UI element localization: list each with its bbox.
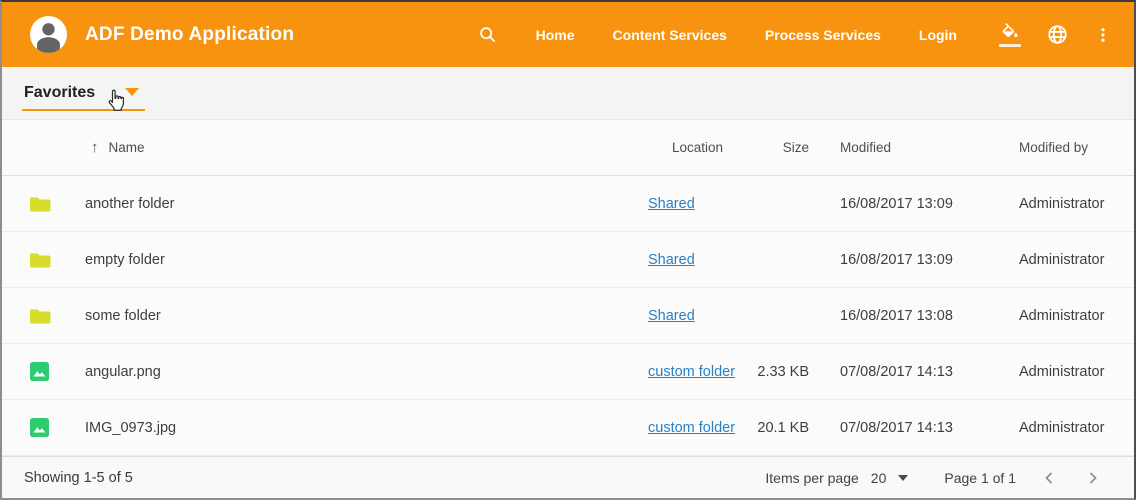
chevron-right-icon — [1083, 468, 1103, 488]
nav-item-home[interactable]: Home — [536, 27, 575, 43]
table-row[interactable]: angular.png custom folder 2.33 KB 07/08/… — [2, 344, 1134, 400]
pagination-bar: Showing 1-5 of 5 Items per page 20 Page … — [2, 456, 1134, 498]
tab-favorites[interactable]: Favorites — [22, 84, 145, 111]
app-header: ADF Demo Application Home Content Servic… — [2, 2, 1134, 67]
theme-color-button[interactable] — [999, 23, 1021, 47]
chevron-left-icon — [1039, 468, 1059, 488]
top-nav: Home Content Services Process Services L… — [477, 23, 1112, 47]
items-per-page-value: 20 — [871, 470, 887, 486]
name-cell[interactable]: angular.png — [85, 364, 648, 380]
tab-strip: Favorites — [2, 67, 1134, 120]
modified-cell: 07/08/2017 14:13 — [809, 420, 986, 436]
image-file-icon — [30, 362, 49, 381]
size-cell: 20.1 KB — [747, 420, 809, 436]
nav-item-process-services[interactable]: Process Services — [765, 27, 881, 43]
modified-cell: 16/08/2017 13:09 — [809, 196, 986, 212]
folder-icon — [30, 195, 51, 212]
location-link[interactable]: Shared — [648, 252, 695, 268]
app-window: ADF Demo Application Home Content Servic… — [0, 0, 1136, 500]
items-per-page-dropdown[interactable]: Items per page 20 — [765, 470, 908, 486]
modified-cell: 16/08/2017 13:09 — [809, 252, 986, 268]
name-cell[interactable]: another folder — [85, 196, 648, 212]
table-row[interactable]: another folder Shared 16/08/2017 13:09 A… — [2, 176, 1134, 232]
image-file-icon — [30, 418, 49, 437]
user-avatar-icon — [30, 16, 67, 53]
showing-label: Showing 1-5 of 5 — [24, 470, 133, 486]
column-header-modified[interactable]: Modified — [809, 140, 986, 155]
column-header-name[interactable]: ↑ Name — [85, 139, 648, 156]
modified-cell: 16/08/2017 13:08 — [809, 308, 986, 324]
name-cell[interactable]: empty folder — [85, 252, 648, 268]
page-indicator: Page 1 of 1 — [944, 470, 1016, 486]
sort-ascending-icon: ↑ — [91, 139, 99, 156]
user-avatar[interactable] — [30, 16, 67, 53]
app-title: ADF Demo Application — [85, 24, 294, 46]
more-vert-icon — [1094, 25, 1112, 45]
location-link[interactable]: custom folder — [648, 420, 735, 436]
column-header-modified-by[interactable]: Modified by — [986, 140, 1106, 155]
color-fill-icon — [1000, 23, 1020, 43]
modified-by-cell: Administrator — [986, 420, 1106, 436]
location-link[interactable]: Shared — [648, 196, 695, 212]
folder-icon — [30, 251, 51, 268]
column-header-size[interactable]: Size — [747, 140, 809, 155]
next-page-button[interactable] — [1082, 467, 1104, 489]
table-row[interactable]: empty folder Shared 16/08/2017 13:09 Adm… — [2, 232, 1134, 288]
modified-cell: 07/08/2017 14:13 — [809, 364, 986, 380]
items-per-page-label: Items per page — [765, 470, 858, 486]
header-icon-cluster — [999, 23, 1112, 47]
modified-by-cell: Administrator — [986, 308, 1106, 324]
nav-item-login[interactable]: Login — [919, 27, 957, 43]
modified-by-cell: Administrator — [986, 252, 1106, 268]
search-button[interactable] — [477, 24, 498, 45]
color-fill-underline — [999, 44, 1021, 47]
table-row[interactable]: some folder Shared 16/08/2017 13:08 Admi… — [2, 288, 1134, 344]
location-link[interactable]: custom folder — [648, 364, 735, 380]
column-header-name-label: Name — [109, 140, 145, 155]
tab-favorites-label: Favorites — [24, 84, 95, 102]
name-cell[interactable]: IMG_0973.jpg — [85, 420, 648, 436]
size-cell: 2.33 KB — [747, 364, 809, 380]
modified-by-cell: Administrator — [986, 196, 1106, 212]
table-row[interactable]: IMG_0973.jpg custom folder 20.1 KB 07/08… — [2, 400, 1134, 456]
language-globe-icon — [1046, 23, 1069, 46]
column-header-location[interactable]: Location — [648, 140, 747, 155]
pager-controls: Items per page 20 Page 1 of 1 — [765, 467, 1104, 489]
previous-page-button[interactable] — [1038, 467, 1060, 489]
document-list: ↑ Name Location Size Modified Modified b… — [2, 120, 1134, 456]
location-link[interactable]: Shared — [648, 308, 695, 324]
more-menu-button[interactable] — [1094, 25, 1112, 45]
table-header-row: ↑ Name Location Size Modified Modified b… — [2, 120, 1134, 176]
caret-down-icon — [898, 475, 908, 481]
language-button[interactable] — [1046, 23, 1069, 46]
nav-item-content-services[interactable]: Content Services — [613, 27, 727, 43]
name-cell[interactable]: some folder — [85, 308, 648, 324]
folder-icon — [30, 307, 51, 324]
modified-by-cell: Administrator — [986, 364, 1106, 380]
caret-down-icon — [125, 88, 139, 96]
search-icon — [477, 24, 498, 45]
